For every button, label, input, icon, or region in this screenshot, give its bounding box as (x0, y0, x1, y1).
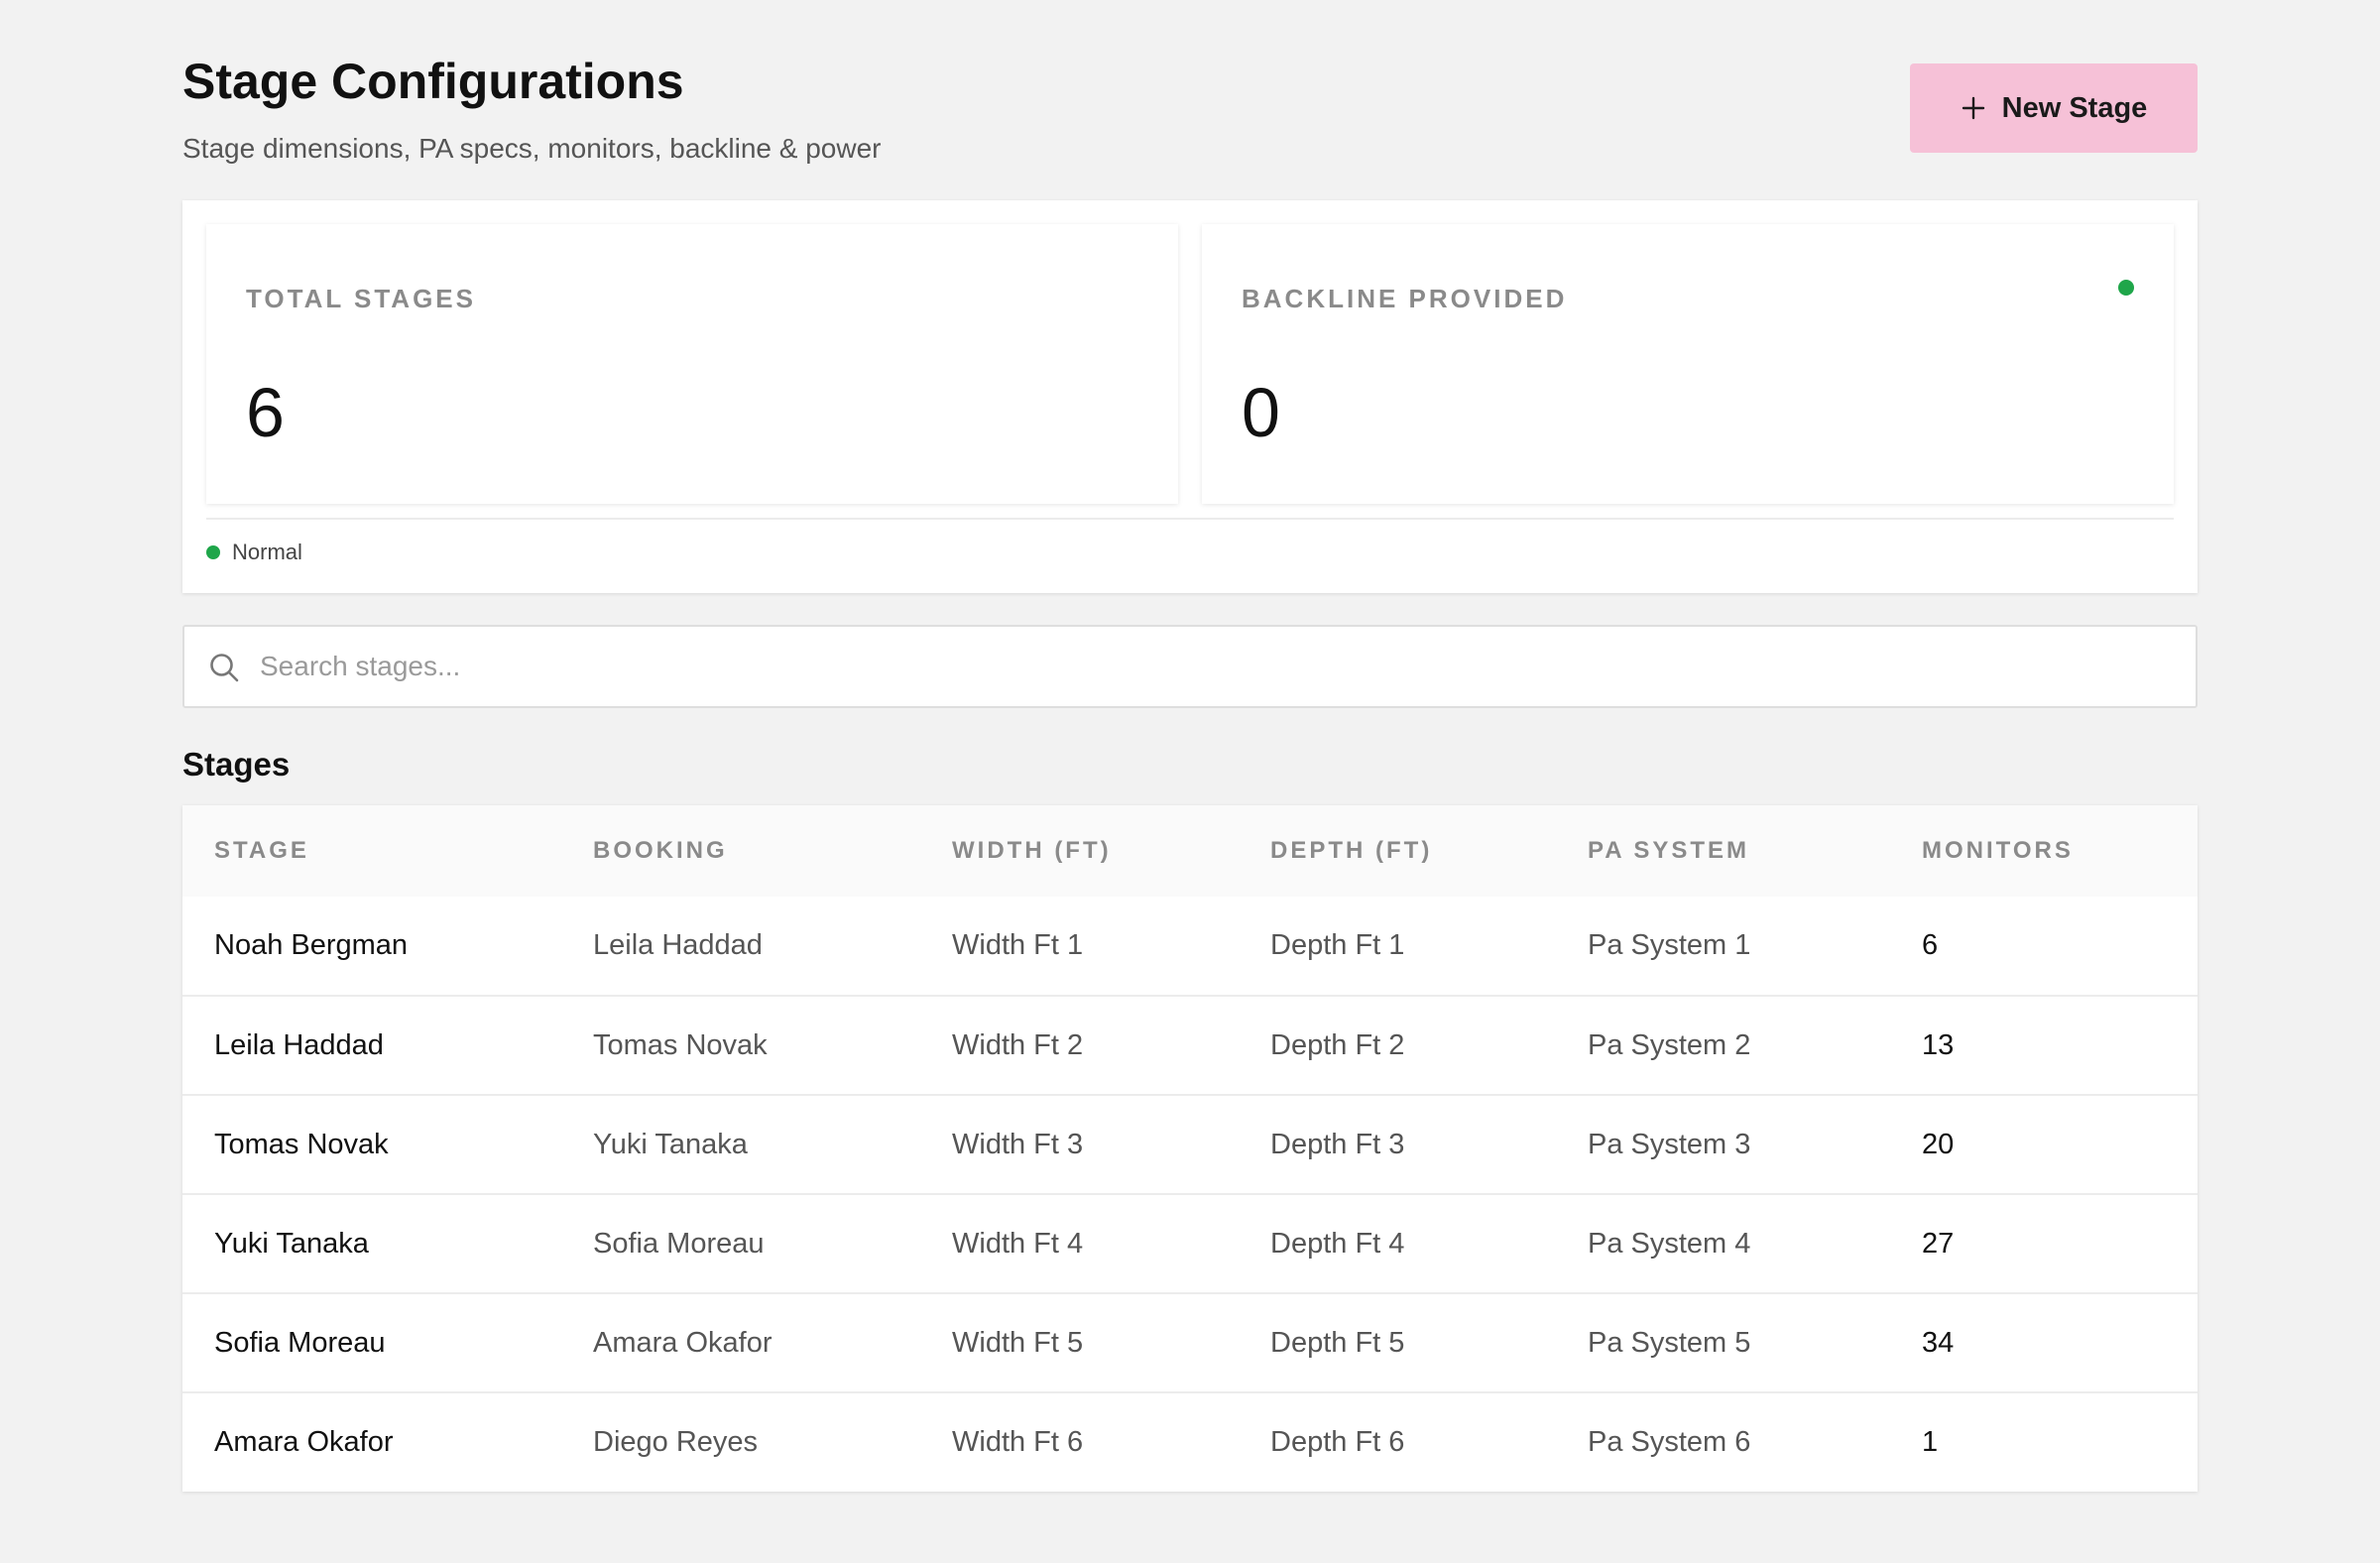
cell-width: Width Ft 4 (952, 1227, 1084, 1260)
cell-pa-system: Pa System 1 (1588, 929, 1751, 961)
total-stages-label: TOTAL STAGES (246, 284, 476, 313)
new-stage-button-label: New Stage (2001, 91, 2148, 124)
new-stage-button[interactable]: New Stage (1910, 63, 2198, 153)
table-row[interactable]: Leila Haddad Tomas Novak Width Ft 2 Dept… (182, 996, 2198, 1095)
stats-panel: TOTAL STAGES 6 BACKLINE PROVIDED 0 Norma… (182, 200, 2198, 593)
cell-monitors: 20 (1922, 1128, 1955, 1160)
cell-pa-system: Pa System 4 (1588, 1227, 1751, 1260)
cell-depth: Depth Ft 4 (1270, 1227, 1405, 1260)
table-row[interactable]: Amara Okafor Diego Reyes Width Ft 6 Dept… (182, 1392, 2198, 1492)
page: Stage Configurations Stage dimensions, P… (0, 0, 2380, 1563)
cell-monitors: 13 (1922, 1028, 1955, 1061)
column-header-stage[interactable]: STAGE (182, 805, 561, 897)
status-indicator-dot (2118, 280, 2134, 296)
cell-stage: Tomas Novak (214, 1128, 389, 1160)
cell-stage: Amara Okafor (214, 1426, 394, 1458)
cell-monitors: 6 (1922, 929, 1939, 961)
cell-width: Width Ft 5 (952, 1326, 1084, 1359)
stats-divider (206, 518, 2174, 520)
cell-pa-system: Pa System 2 (1588, 1028, 1751, 1061)
column-header-depth[interactable]: DEPTH (FT) (1239, 805, 1556, 897)
backline-provided-value: 0 (1242, 374, 1280, 451)
cell-booking: Yuki Tanaka (593, 1128, 748, 1160)
backline-provided-card: BACKLINE PROVIDED 0 (1202, 224, 2174, 504)
column-header-pa-system[interactable]: PA SYSTEM (1556, 805, 1890, 897)
cell-depth: Depth Ft 5 (1270, 1326, 1405, 1359)
column-header-monitors[interactable]: MONITORS (1890, 805, 2198, 897)
column-header-width[interactable]: WIDTH (FT) (920, 805, 1239, 897)
cell-depth: Depth Ft 6 (1270, 1426, 1405, 1458)
search-icon (210, 654, 239, 682)
cell-stage: Noah Bergman (214, 929, 409, 961)
cell-width: Width Ft 6 (952, 1426, 1084, 1458)
stages-table-card: STAGE BOOKING WIDTH (FT) DEPTH (FT) PA S… (182, 805, 2198, 1492)
cell-booking: Tomas Novak (593, 1028, 768, 1061)
total-stages-card: TOTAL STAGES 6 (206, 224, 1178, 504)
total-stages-value: 6 (246, 374, 285, 451)
cell-width: Width Ft 3 (952, 1128, 1084, 1160)
cell-monitors: 27 (1922, 1227, 1955, 1260)
status-row: Normal (206, 540, 302, 565)
plus-icon (1962, 96, 1984, 120)
cell-depth: Depth Ft 3 (1270, 1128, 1405, 1160)
column-header-booking[interactable]: BOOKING (561, 805, 920, 897)
table-row[interactable]: Yuki Tanaka Sofia Moreau Width Ft 4 Dept… (182, 1194, 2198, 1293)
cell-width: Width Ft 1 (952, 929, 1084, 961)
main-content: Stage Configurations Stage dimensions, P… (182, 0, 2198, 1492)
cell-pa-system: Pa System 5 (1588, 1326, 1751, 1359)
table-header-row: STAGE BOOKING WIDTH (FT) DEPTH (FT) PA S… (182, 805, 2198, 897)
page-header: Stage Configurations Stage dimensions, P… (182, 0, 2198, 198)
status-label: Normal (232, 540, 302, 564)
cell-depth: Depth Ft 1 (1270, 929, 1405, 961)
search-input[interactable] (260, 627, 2174, 706)
stages-table: STAGE BOOKING WIDTH (FT) DEPTH (FT) PA S… (182, 805, 2198, 1492)
section-title: Stages (182, 746, 291, 782)
cell-pa-system: Pa System 6 (1588, 1426, 1751, 1458)
cell-pa-system: Pa System 3 (1588, 1128, 1751, 1160)
cell-booking: Leila Haddad (593, 929, 763, 961)
cell-booking: Amara Okafor (593, 1326, 773, 1359)
cell-booking: Sofia Moreau (593, 1227, 765, 1260)
cell-stage: Yuki Tanaka (214, 1227, 369, 1260)
cell-booking: Diego Reyes (593, 1426, 759, 1458)
cell-monitors: 1 (1922, 1426, 1939, 1458)
table-row[interactable]: Sofia Moreau Amara Okafor Width Ft 5 Dep… (182, 1293, 2198, 1392)
cell-monitors: 34 (1922, 1326, 1955, 1359)
cell-stage: Sofia Moreau (214, 1326, 386, 1359)
page-subtitle: Stage dimensions, PA specs, monitors, ba… (182, 133, 882, 164)
page-title: Stage Configurations (182, 54, 684, 109)
table-body: Noah Bergman Leila Haddad Width Ft 1 Dep… (182, 897, 2198, 1492)
status-dot (206, 545, 220, 559)
search-box (182, 625, 2198, 708)
table-row[interactable]: Tomas Novak Yuki Tanaka Width Ft 3 Depth… (182, 1095, 2198, 1194)
cell-width: Width Ft 2 (952, 1028, 1084, 1061)
backline-provided-label: BACKLINE PROVIDED (1242, 284, 1568, 313)
table-header: STAGE BOOKING WIDTH (FT) DEPTH (FT) PA S… (182, 805, 2198, 897)
cell-depth: Depth Ft 2 (1270, 1028, 1405, 1061)
table-row[interactable]: Noah Bergman Leila Haddad Width Ft 1 Dep… (182, 897, 2198, 996)
cell-stage: Leila Haddad (214, 1028, 384, 1061)
